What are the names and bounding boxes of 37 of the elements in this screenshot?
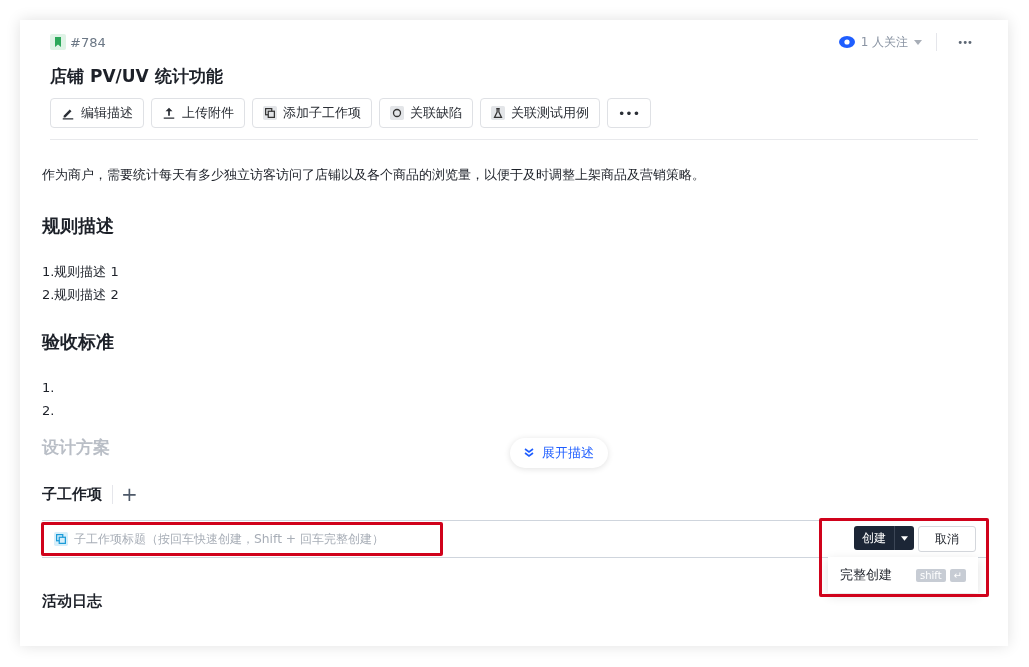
toolbar-button[interactable]: 关联缺陷 — [379, 98, 473, 128]
flask-icon — [491, 106, 505, 120]
create-button[interactable]: 创建 — [854, 526, 894, 550]
eye-icon — [838, 36, 855, 48]
section-title: 子工作项 — [42, 484, 113, 504]
issue-title: 店铺 PV/UV 统计功能 — [50, 65, 224, 88]
toolbar-button[interactable]: 上传附件 — [151, 98, 245, 128]
caret-icon — [901, 535, 908, 541]
faded-heading: 设计方案 — [42, 436, 110, 459]
circle-icon — [390, 106, 404, 120]
cancel-button[interactable]: 取消 — [918, 526, 976, 552]
section-heading: 验收标准 — [42, 330, 115, 354]
expand-button[interactable]: 展开描述 — [510, 438, 608, 468]
more-button[interactable]: ••• — [607, 98, 652, 128]
subitem-title-field[interactable]: 子工作项标题（按回车快速创建，Shift + 回车完整创建） — [41, 522, 443, 556]
upload-icon — [162, 106, 176, 120]
key-hint: ↵ — [949, 568, 966, 582]
double-chevron-icon — [524, 448, 534, 458]
list-item: 2. — [42, 402, 56, 420]
copy-icon — [54, 532, 68, 546]
caret-icon — [914, 39, 923, 45]
menu-item[interactable]: 完整创建 — [840, 566, 912, 584]
dropdown-button[interactable] — [894, 526, 914, 550]
toolbar-button[interactable]: 添加子工作项 — [252, 98, 372, 128]
list-item: 1. — [42, 379, 56, 397]
section-heading: 规则描述 — [42, 214, 115, 238]
copy-icon — [263, 106, 277, 120]
toolbar-button[interactable]: 关联测试用例 — [480, 98, 600, 128]
list-item: 2.规则描述 2 — [42, 286, 120, 304]
section-title: 活动日志 — [42, 592, 103, 611]
description-text: 作为商户，需要统计每天有多少独立访客访问了店铺以及各个商品的浏览量，以便于及时调整上架商品及营销策略。 — [42, 166, 706, 184]
toolbar-button[interactable]: 编辑描述 — [50, 98, 144, 128]
list-item: 1.规则描述 1 — [42, 263, 120, 281]
add-button[interactable]: + — [121, 482, 138, 506]
issue-id: #784 — [70, 34, 106, 50]
more-button[interactable]: ••• — [951, 35, 978, 49]
bookmark-icon — [50, 34, 66, 50]
